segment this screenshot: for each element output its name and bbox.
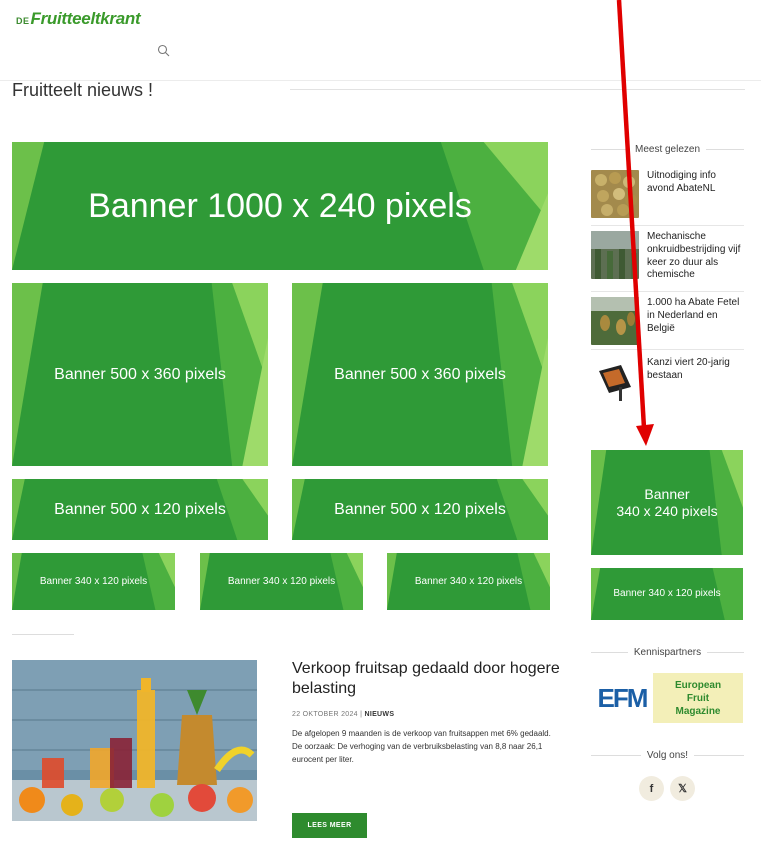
logo-name: Fruitteeltkrant — [30, 9, 141, 28]
x-twitter-icon[interactable]: 𝕏 — [670, 776, 695, 801]
most-read-title: Uitnodiging info avond AbateNL — [647, 170, 716, 194]
banner-label: Banner 500 x 360 pixels — [54, 365, 226, 383]
article-meta: 22 OKTOBER 2024 | NIEUWS — [292, 711, 394, 718]
banner-label: Banner 340 x 120 pixels — [39, 575, 148, 587]
partners-heading-text: Kennispartners — [633, 647, 702, 658]
banner-1000x240[interactable]: Banner 1000 x 240 pixels — [12, 142, 548, 270]
banner-340x120-1[interactable]: Banner 340 x 120 pixels — [12, 553, 175, 610]
site-logo[interactable]: DE Fruitteeltkrant — [16, 9, 141, 29]
efm-logo-text: European Fruit Magazine — [653, 673, 743, 723]
heading-rule — [591, 755, 641, 756]
article-image[interactable] — [12, 660, 257, 821]
banner-340x120-3[interactable]: Banner 340 x 120 pixels — [387, 553, 550, 610]
efm-logo-mark: EFM — [597, 682, 649, 713]
most-read-title: Kanzi viert 20-jarig bestaan — [647, 357, 730, 381]
banner-340x120-2[interactable]: Banner 340 x 120 pixels — [200, 553, 363, 610]
logo-prefix: DE — [16, 16, 30, 26]
article-title[interactable]: Verkoop fruitsap gedaald door hogere bel… — [292, 659, 562, 699]
heading-rule — [694, 755, 744, 756]
banner-500x360-left[interactable]: Banner 500 x 360 pixels — [12, 283, 268, 466]
article-category[interactable]: NIEUWS — [364, 711, 394, 718]
banner-label: Banner 340 x 120 pixels — [414, 575, 523, 587]
banner-340x120-sidebar[interactable]: Banner 340 x 120 pixels — [591, 568, 743, 620]
banner-label: Banner 500 x 120 pixels — [54, 500, 226, 518]
efm-line-2: Fruit — [686, 692, 710, 704]
article-excerpt: De afgelopen 9 maanden is de verkoop van… — [292, 729, 551, 765]
banner-500x120-right[interactable]: Banner 500 x 120 pixels — [292, 479, 548, 540]
page-title: Fruitteelt nieuws ! — [12, 80, 154, 100]
annotation-arrow-icon — [616, 0, 654, 446]
follow-heading-text: Volg ons! — [646, 750, 689, 761]
heading-rule — [591, 652, 628, 653]
efm-line-1: European — [674, 679, 722, 691]
search-icon[interactable] — [157, 44, 171, 58]
banner-label: Banner 500 x 120 pixels — [334, 500, 506, 518]
title-underline — [290, 89, 745, 90]
facebook-icon[interactable]: f — [639, 776, 664, 801]
heading-rule — [707, 652, 745, 653]
heading-rule — [706, 149, 745, 150]
most-read-title: 1.000 ha Abate Fetel in Nederland en Bel… — [647, 297, 740, 334]
partners-heading: Kennispartners — [591, 647, 745, 658]
banner-500x360-right[interactable]: Banner 500 x 360 pixels — [292, 283, 548, 466]
efm-line-3: Magazine — [675, 705, 721, 717]
banner-500x120-left[interactable]: Banner 500 x 120 pixels — [12, 479, 268, 540]
banner-label: Banner 500 x 360 pixels — [334, 365, 506, 383]
banner-label: Banner 340 x 120 pixels — [227, 575, 336, 587]
banner-label-line-2: 340 x 240 pixels — [616, 502, 718, 519]
read-more-button[interactable]: LEES MEER — [292, 813, 367, 838]
section-divider — [12, 634, 74, 635]
most-read-title: Mechanische onkruidbestrijding vijf keer… — [647, 231, 741, 281]
article-date: 22 OKTOBER 2024 — [292, 711, 358, 718]
banner-label: Banner 1000 x 240 pixels — [88, 186, 472, 225]
banner-340x240-sidebar[interactable]: Banner 340 x 240 pixels — [591, 450, 743, 555]
partner-logo-efm[interactable]: EFM European Fruit Magazine — [591, 673, 743, 723]
banner-label: Banner 340 x 240 pixels — [616, 486, 717, 520]
banner-label-line-1: Banner — [644, 485, 690, 502]
banner-label: Banner 340 x 120 pixels — [613, 588, 721, 599]
follow-heading: Volg ons! — [591, 750, 744, 761]
